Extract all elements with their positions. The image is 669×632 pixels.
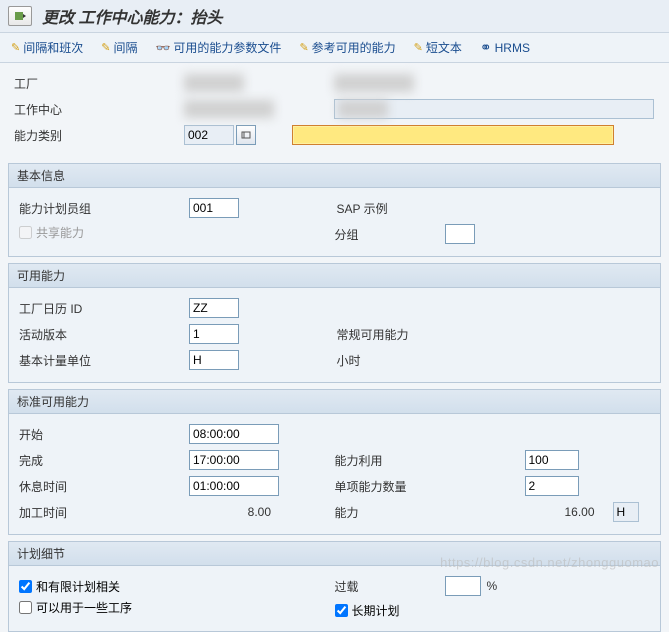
calendar-id-input[interactable] bbox=[189, 298, 239, 318]
overload-input[interactable] bbox=[445, 576, 481, 596]
value-plant-desc bbox=[334, 74, 414, 92]
label-finish: 完成 bbox=[19, 452, 189, 469]
label-share-capacity: 共享能力 bbox=[36, 224, 84, 241]
can-use-operations-checkbox[interactable] bbox=[19, 601, 32, 614]
search-help-button[interactable] bbox=[236, 125, 256, 145]
start-input[interactable] bbox=[189, 424, 279, 444]
page-title: 更改 工作中心能力：抬头 bbox=[42, 4, 222, 28]
title-bar: 更改 工作中心能力：抬头 bbox=[0, 0, 669, 33]
finish-input[interactable] bbox=[189, 450, 279, 470]
base-unit-input[interactable] bbox=[189, 350, 239, 370]
search-icon bbox=[241, 130, 251, 140]
group-title: 标准可用能力 bbox=[9, 390, 660, 414]
label-work-center: 工作中心 bbox=[14, 101, 184, 118]
planner-group-desc: SAP 示例 bbox=[335, 200, 388, 217]
share-capacity-checkbox bbox=[19, 226, 32, 239]
link-icon: ⚭ bbox=[480, 39, 492, 56]
label-utilization: 能力利用 bbox=[335, 452, 525, 469]
group-title: 基本信息 bbox=[9, 164, 660, 188]
toolbar-short-text[interactable]: ✎短文本 bbox=[411, 37, 465, 58]
value-work-center bbox=[184, 100, 274, 118]
toolbar-hrms[interactable]: ⚭HRMS bbox=[477, 37, 533, 58]
label-can-use-operations: 可以用于一些工序 bbox=[36, 599, 132, 616]
glasses-icon: 👓 bbox=[155, 41, 170, 55]
base-unit-desc: 小时 bbox=[335, 352, 361, 369]
capacity-unit: H bbox=[613, 502, 639, 522]
pencil-icon: ✎ bbox=[299, 41, 308, 54]
toolbar-label: 短文本 bbox=[426, 39, 462, 56]
label-finite-scheduling: 和有限计划相关 bbox=[36, 578, 120, 595]
label-long-term-plan: 长期计划 bbox=[352, 602, 400, 619]
group-standard-capacity: 标准可用能力 开始 完成 休息时间 加工时间8.00 能力利用 单项能力数量 能… bbox=[8, 389, 661, 535]
capacity-desc-input[interactable] bbox=[292, 125, 614, 145]
value-plant bbox=[184, 74, 244, 92]
no-ind-cap-input[interactable] bbox=[525, 476, 579, 496]
label-plant: 工厂 bbox=[14, 75, 184, 92]
value-work-center-desc bbox=[338, 100, 388, 118]
long-term-plan-checkbox[interactable] bbox=[335, 604, 348, 617]
label-calendar-id: 工厂日历 ID bbox=[19, 300, 189, 317]
label-active-version: 活动版本 bbox=[19, 326, 189, 343]
label-planner-group: 能力计划员组 bbox=[19, 200, 189, 217]
planner-group-input[interactable] bbox=[189, 198, 239, 218]
toolbar-ref-capacity[interactable]: ✎ 参考可用的能力 bbox=[296, 37, 398, 58]
menu-button[interactable] bbox=[8, 6, 32, 26]
active-version-input[interactable] bbox=[189, 324, 239, 344]
toolbar-intervals[interactable]: ✎间隔 bbox=[98, 37, 140, 58]
toolbar-label: 参考可用的能力 bbox=[312, 39, 396, 56]
label-no-ind-cap: 单项能力数量 bbox=[335, 478, 525, 495]
toolbar-intervals-shifts[interactable]: ✎间隔和班次 bbox=[8, 37, 86, 58]
operating-time-value: 8.00 bbox=[189, 505, 279, 519]
break-input[interactable] bbox=[189, 476, 279, 496]
toolbar-label: 间隔 bbox=[113, 39, 137, 56]
group-basic-info: 基本信息 能力计划员组 共享能力 SAP 示例 分组 bbox=[8, 163, 661, 257]
label-overload: 过载 bbox=[335, 578, 445, 595]
toolbar-label: 间隔和班次 bbox=[23, 39, 83, 56]
active-version-desc: 常规可用能力 bbox=[335, 326, 409, 343]
overload-unit: % bbox=[485, 579, 498, 593]
label-capacity: 能力 bbox=[335, 504, 525, 521]
group-available-capacity: 可用能力 工厂日历 ID 活动版本 基本计量单位 常规可用能力 小时 bbox=[8, 263, 661, 383]
pencil-icon: ✎ bbox=[414, 41, 423, 54]
pencil-icon: ✎ bbox=[101, 41, 110, 54]
toolbar: ✎间隔和班次 ✎间隔 👓可用的能力参数文件 ✎参考可用的能力 ✎短文本 ⚭HRM… bbox=[0, 33, 669, 63]
label-base-unit: 基本计量单位 bbox=[19, 352, 189, 369]
toolbar-label: HRMS bbox=[495, 41, 530, 55]
grouping-input[interactable] bbox=[445, 224, 475, 244]
toolbar-capacity-profile[interactable]: 👓可用的能力参数文件 bbox=[152, 37, 284, 58]
pencil-icon: ✎ bbox=[11, 41, 20, 54]
value-capacity-cat: 002 bbox=[184, 125, 234, 145]
finite-scheduling-checkbox[interactable] bbox=[19, 580, 32, 593]
watermark: https://blog.csdn.net/zhongguomao bbox=[440, 555, 659, 570]
utilization-input[interactable] bbox=[525, 450, 579, 470]
menu-icon bbox=[14, 11, 26, 21]
label-grouping: 分组 bbox=[335, 226, 445, 243]
group-title: 可用能力 bbox=[9, 264, 660, 288]
label-capacity-cat: 能力类别 bbox=[14, 127, 184, 144]
capacity-value: 16.00 bbox=[525, 505, 595, 519]
header-fields: 工厂 工作中心 能力类别 002 bbox=[0, 63, 669, 157]
label-start: 开始 bbox=[19, 426, 189, 443]
toolbar-label: 可用的能力参数文件 bbox=[173, 39, 281, 56]
label-operating-time: 加工时间 bbox=[19, 504, 189, 521]
label-break: 休息时间 bbox=[19, 478, 189, 495]
